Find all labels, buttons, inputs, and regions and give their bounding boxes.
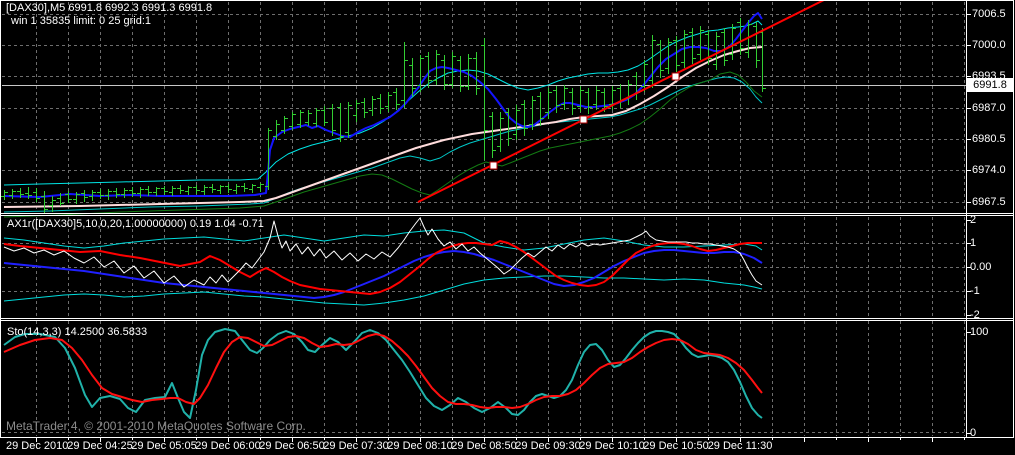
indicator-axis-label: 0.00 xyxy=(970,261,991,273)
time-axis-label: 29 Dec 11:30 xyxy=(708,440,773,452)
time-axis-label: 29 Dec 06:00 xyxy=(195,440,260,452)
lower-band-cyan xyxy=(4,77,762,212)
time-axis-label: 29 Dec 05:05 xyxy=(131,440,196,452)
mt4-chart-window[interactable]: [DAX30],M5 6991.8 6992.3 6991.3 6991.8 w… xyxy=(0,0,1015,455)
time-axis-label: 29 Dec 07:30 xyxy=(323,440,388,452)
stochastic-axis-label: 100 xyxy=(970,326,988,338)
current-price-badge: 6991.8 xyxy=(967,78,1013,92)
slow-ma-pink xyxy=(4,47,762,207)
time-axis-label: 29 Dec 10:10 xyxy=(579,440,644,452)
time-axis-label: 29 Dec 09:30 xyxy=(515,440,580,452)
time-axis-label: 29 Dec 2010 xyxy=(6,440,68,452)
sto-main-teal xyxy=(4,329,762,418)
time-axis-label: 29 Dec 10:50 xyxy=(643,440,708,452)
indicator-axis-label: -2 xyxy=(970,309,980,321)
price-axis-label: 6987.0 xyxy=(972,102,1006,114)
chart-title-ohlc: [DAX30],M5 6991.8 6992.3 6991.3 6991.8 xyxy=(6,2,212,15)
sto-signal-red xyxy=(4,334,762,408)
time-axis-label: 29 Dec 04:25 xyxy=(67,440,132,452)
time-axis-label: 29 Dec 06:50 xyxy=(259,440,324,452)
time-axis-label: 29 Dec 08:10 xyxy=(387,440,452,452)
trendline-marker[interactable] xyxy=(580,116,587,123)
metatrader-watermark: MetaTrader 4, © 2001-2010 MetaQuotes Sof… xyxy=(6,420,306,433)
ascending-trendline xyxy=(418,0,824,202)
indicator-label-stochastic: Sto(14,3,3) 14.2500 36.5833 xyxy=(7,326,147,339)
price-axis-label: 7000.0 xyxy=(972,39,1006,51)
time-axis-label: 29 Dec 08:50 xyxy=(451,440,516,452)
price-axis-label: 6980.5 xyxy=(972,133,1006,145)
ea-info-line: win 1 35835 limit: 0 25 grid:1 xyxy=(11,15,151,28)
price-axis-label: 7006.5 xyxy=(972,8,1006,20)
indicator-axis-label: -1 xyxy=(970,285,980,297)
trendline-marker[interactable] xyxy=(672,73,679,80)
price-axis-label: 6967.5 xyxy=(972,196,1006,208)
stochastic-axis-label: 0 xyxy=(970,427,976,439)
trendline-marker[interactable] xyxy=(490,162,497,169)
fast-ma-blue xyxy=(4,13,762,197)
indicator-axis-label: 2 xyxy=(970,214,976,226)
price-axis-label: 6974.0 xyxy=(972,164,1006,176)
indicator-axis-label: 1 xyxy=(970,237,976,249)
indicator-label-ax1r: AX1r([DAX30]5,10,0,20,1.00000000) 0.19 1… xyxy=(7,218,264,231)
